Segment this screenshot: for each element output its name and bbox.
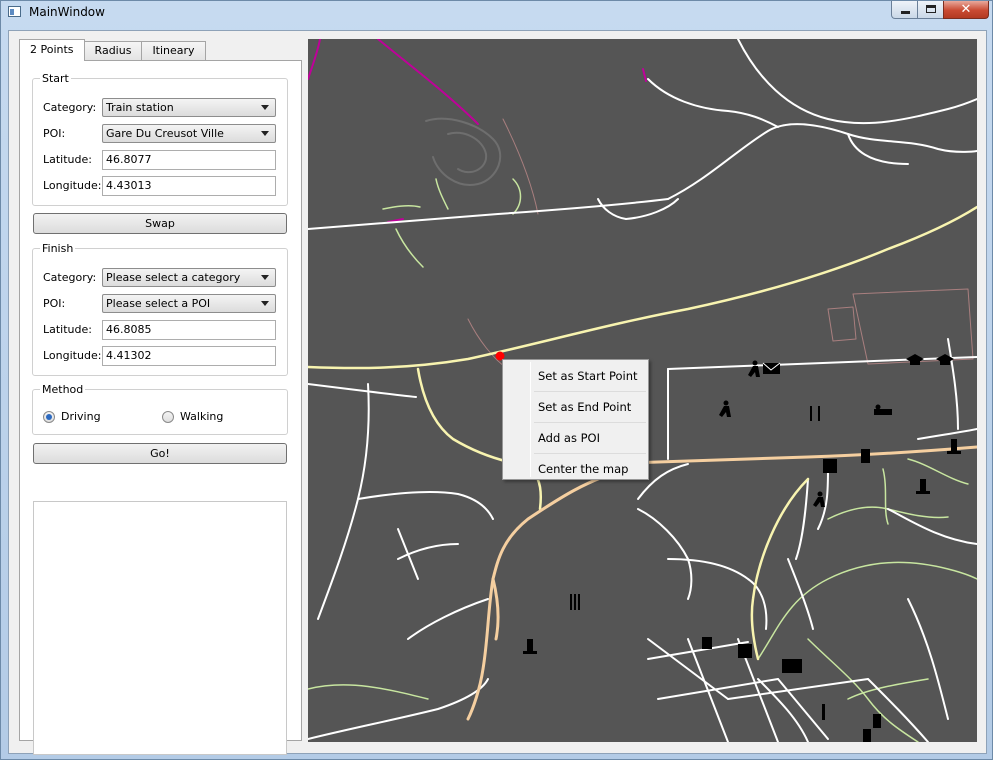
start-poi-label: POI: xyxy=(43,127,66,140)
restaurant-icon xyxy=(738,644,752,658)
finish-poi-value: Please select a POI xyxy=(106,297,211,310)
start-poi-value: Gare Du Creusot Ville xyxy=(106,127,224,140)
start-longitude-label: Longitude: xyxy=(43,179,102,192)
close-icon: ✕ xyxy=(960,2,972,17)
driving-label: Driving xyxy=(61,410,101,423)
chevron-down-icon xyxy=(261,105,269,110)
chevron-down-icon xyxy=(261,301,269,306)
waste-icon xyxy=(861,449,870,463)
walking-radio[interactable] xyxy=(162,411,174,423)
two-points-panel: Start Category: Train station POI: Gare … xyxy=(19,60,302,755)
restaurant-icon xyxy=(823,459,837,473)
finish-latitude-label: Latitude: xyxy=(43,323,92,336)
menu-item-center-map[interactable]: Center the map xyxy=(506,455,645,483)
swap-button[interactable]: Swap xyxy=(33,213,287,234)
tab-2-points[interactable]: 2 Points xyxy=(19,39,85,61)
go-button[interactable]: Go! xyxy=(33,443,287,464)
finish-category-value: Please select a category xyxy=(106,271,241,284)
tab-itineary[interactable]: Itineary xyxy=(141,41,206,61)
start-poi-select[interactable]: Gare Du Creusot Ville xyxy=(102,124,276,143)
cemetery-icon xyxy=(523,639,537,654)
maximize-icon xyxy=(926,5,936,13)
chevron-down-icon xyxy=(261,131,269,136)
driving-radio[interactable] xyxy=(43,411,55,423)
app-icon xyxy=(8,6,21,17)
cemetery-icon xyxy=(873,714,881,728)
menu-item-set-start[interactable]: Set as Start Point xyxy=(506,362,645,390)
tab-bar: 2 Points Radius Itineary xyxy=(19,39,206,61)
walking-label: Walking xyxy=(180,410,224,423)
menu-item-set-end[interactable]: Set as End Point xyxy=(506,393,645,421)
minimize-button[interactable] xyxy=(891,1,918,19)
minimize-icon xyxy=(901,11,910,14)
start-category-label: Category: xyxy=(43,101,97,114)
tab-radius[interactable]: Radius xyxy=(83,41,143,61)
restaurant-icon xyxy=(570,594,580,610)
method-group-title: Method xyxy=(40,383,86,396)
start-category-value: Train station xyxy=(106,101,174,114)
start-group: Start Category: Train station POI: Gare … xyxy=(32,72,288,206)
finish-poi-select[interactable]: Please select a POI xyxy=(102,294,276,313)
window-title: MainWindow xyxy=(29,5,105,19)
menu-separator xyxy=(534,422,646,423)
restaurant-icon xyxy=(810,406,820,421)
finish-longitude-label: Longitude: xyxy=(43,349,102,362)
cemetery-icon xyxy=(947,439,961,454)
maximize-button[interactable] xyxy=(917,1,944,19)
client-area: 2 Points Radius Itineary Start Category:… xyxy=(8,30,987,755)
pedestrian-icon xyxy=(748,360,760,377)
window-controls: ✕ xyxy=(891,1,989,19)
main-window: MainWindow ✕ 2 Points Radius Itineary St… xyxy=(0,0,993,760)
cemetery-icon xyxy=(916,479,930,494)
start-group-title: Start xyxy=(40,72,71,85)
menu-separator xyxy=(534,391,646,392)
start-category-select[interactable]: Train station xyxy=(102,98,276,117)
menu-item-add-poi[interactable]: Add as POI xyxy=(506,424,645,452)
graduation-icon xyxy=(906,354,924,365)
results-area[interactable] xyxy=(33,501,287,755)
finish-poi-label: POI: xyxy=(43,297,66,310)
mail-icon xyxy=(762,362,781,374)
hotel-icon xyxy=(874,404,892,415)
finish-group: Finish Category: Please select a categor… xyxy=(32,242,288,376)
waste-icon xyxy=(702,637,712,649)
finish-category-select[interactable]: Please select a category xyxy=(102,268,276,287)
restaurant-icon xyxy=(782,659,802,673)
start-latitude-field[interactable]: 46.8077 xyxy=(102,150,276,170)
context-menu: Set as Start Point Set as End Point Add … xyxy=(502,359,649,480)
title-bar[interactable]: MainWindow ✕ xyxy=(1,1,993,23)
start-longitude-field[interactable]: 4.43013 xyxy=(102,176,276,196)
menu-separator xyxy=(534,453,646,454)
finish-group-title: Finish xyxy=(40,242,76,255)
restaurant-icon xyxy=(822,704,825,720)
restaurant-icon xyxy=(863,729,871,742)
chevron-down-icon xyxy=(261,275,269,280)
start-latitude-label: Latitude: xyxy=(43,153,92,166)
method-group: Method Driving Walking xyxy=(32,383,288,435)
close-button[interactable]: ✕ xyxy=(943,1,989,19)
pedestrian-icon xyxy=(719,400,731,417)
finish-category-label: Category: xyxy=(43,271,97,284)
pedestrian-icon xyxy=(813,491,825,507)
finish-longitude-field[interactable]: 4.41302 xyxy=(102,346,276,366)
finish-latitude-field[interactable]: 46.8085 xyxy=(102,320,276,340)
